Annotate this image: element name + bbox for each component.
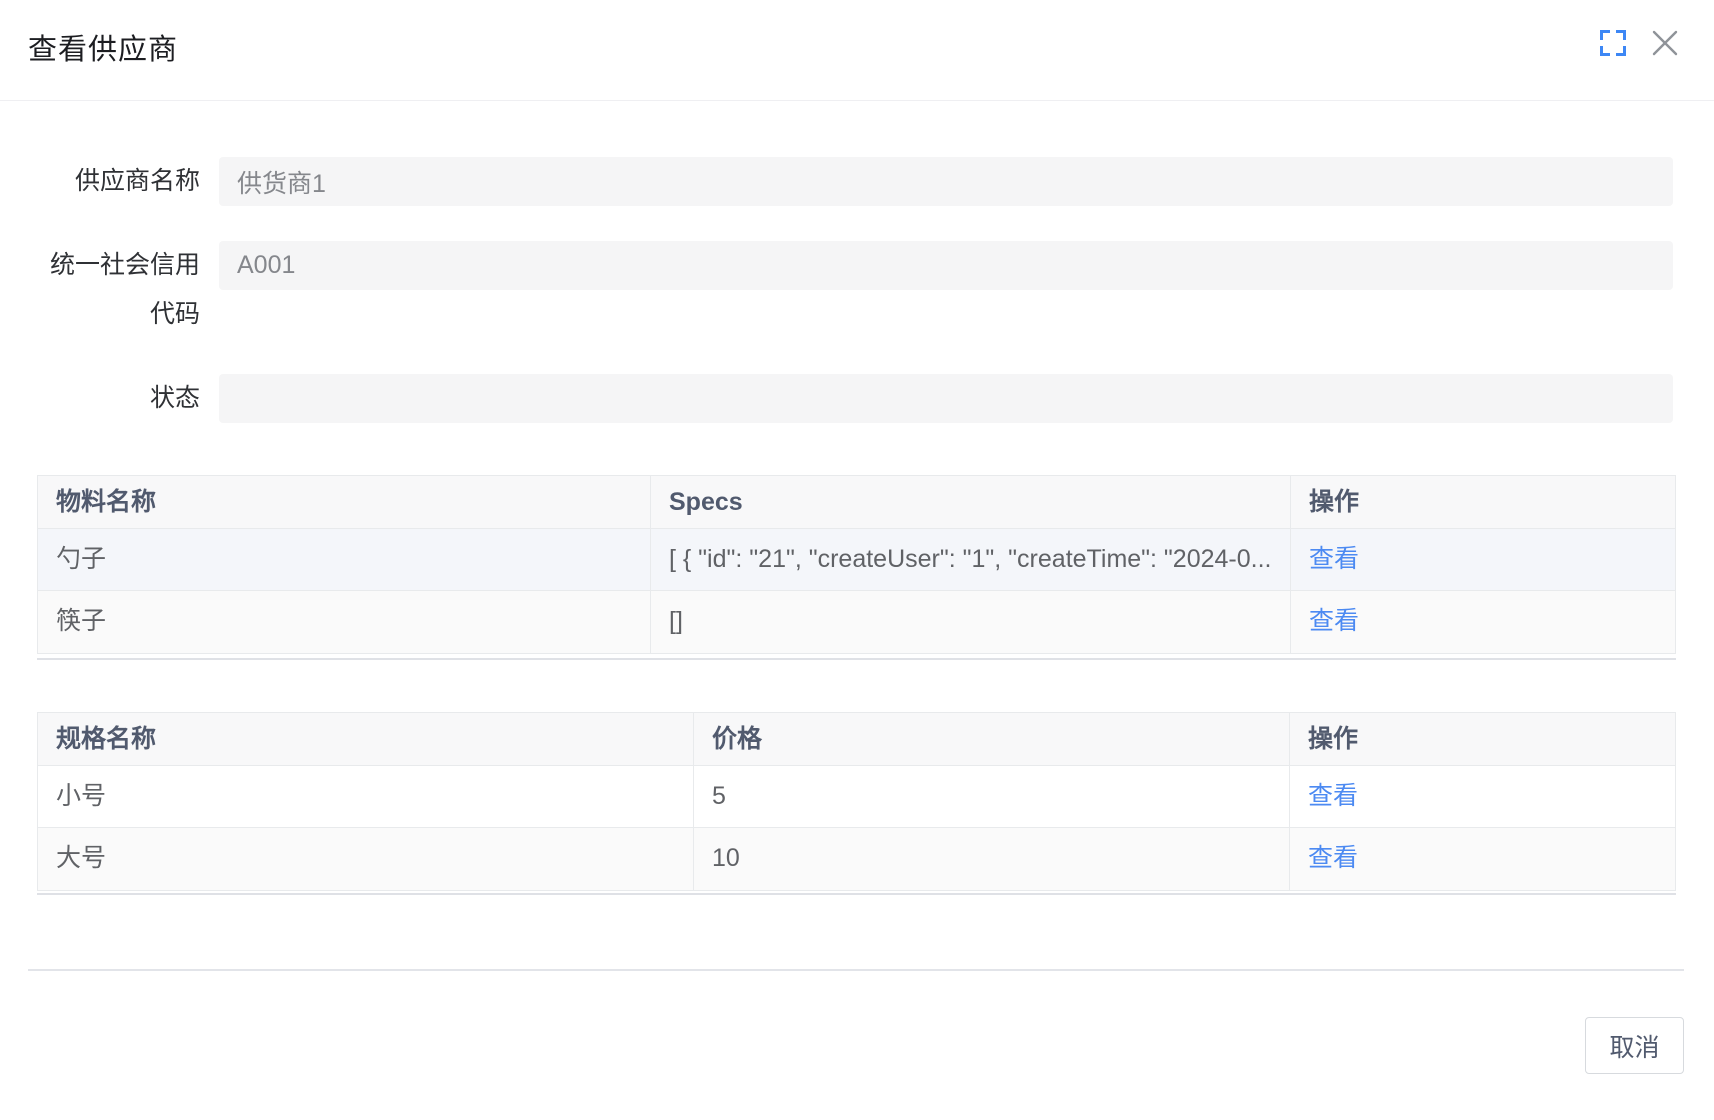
specs-header-action: 操作 <box>1290 713 1675 766</box>
materials-table-bottom-border <box>37 658 1676 660</box>
materials-row2-view-link[interactable]: 查看 <box>1309 607 1359 635</box>
specs-table-bottom-border <box>37 893 1676 895</box>
specs-table: 规格名称 价格 操作 小号 5 查看 大号 10 查看 <box>37 712 1676 891</box>
specs-row2-view-link[interactable]: 查看 <box>1308 844 1358 872</box>
materials-row1-specs: [ { "id": "21", "createUser": "1", "crea… <box>651 529 1291 591</box>
status-field-row: 状态 <box>0 374 1714 423</box>
materials-row2-name: 筷子 <box>38 591 651 653</box>
supplier-name-label: 供应商名称 <box>30 157 200 206</box>
credit-code-label: 统一社会信用代码 <box>30 241 200 339</box>
table-cell: 查看 <box>1291 591 1675 653</box>
materials-row1-name: 勺子 <box>38 529 651 591</box>
view-supplier-dialog: 查看供应商 供应商名称 统一社会信用代码 状态 物料名称 <box>0 0 1714 1120</box>
materials-row1-view-link[interactable]: 查看 <box>1309 545 1359 573</box>
fullscreen-icon[interactable] <box>1600 30 1626 56</box>
specs-header-name: 规格名称 <box>38 713 694 766</box>
materials-table: 物料名称 Specs 操作 勺子 [ { "id": "21", "create… <box>37 475 1676 654</box>
status-input[interactable] <box>219 374 1673 423</box>
table-cell: 查看 <box>1290 828 1675 890</box>
status-label: 状态 <box>30 374 200 423</box>
supplier-name-input[interactable] <box>219 157 1673 206</box>
table-cell: 查看 <box>1291 529 1675 591</box>
dialog-title: 查看供应商 <box>28 26 178 68</box>
close-icon[interactable] <box>1650 28 1680 58</box>
credit-code-input[interactable] <box>219 241 1673 290</box>
supplier-name-field-row: 供应商名称 <box>0 157 1714 206</box>
materials-header-action: 操作 <box>1291 476 1675 529</box>
footer-divider <box>28 969 1684 971</box>
cancel-button[interactable]: 取消 <box>1585 1017 1684 1074</box>
materials-header-name: 物料名称 <box>38 476 651 529</box>
credit-code-field-row: 统一社会信用代码 <box>0 241 1714 339</box>
specs-row2-name: 大号 <box>38 828 694 890</box>
specs-header-price: 价格 <box>694 713 1290 766</box>
specs-row2-price: 10 <box>694 828 1290 890</box>
specs-row1-name: 小号 <box>38 766 694 828</box>
table-cell: 查看 <box>1290 766 1675 828</box>
dialog-header-actions <box>1600 28 1680 58</box>
header-divider <box>0 100 1714 101</box>
specs-row1-price: 5 <box>694 766 1290 828</box>
specs-row1-view-link[interactable]: 查看 <box>1308 782 1358 810</box>
materials-row2-specs: [] <box>651 591 1291 653</box>
materials-header-specs: Specs <box>651 476 1291 529</box>
